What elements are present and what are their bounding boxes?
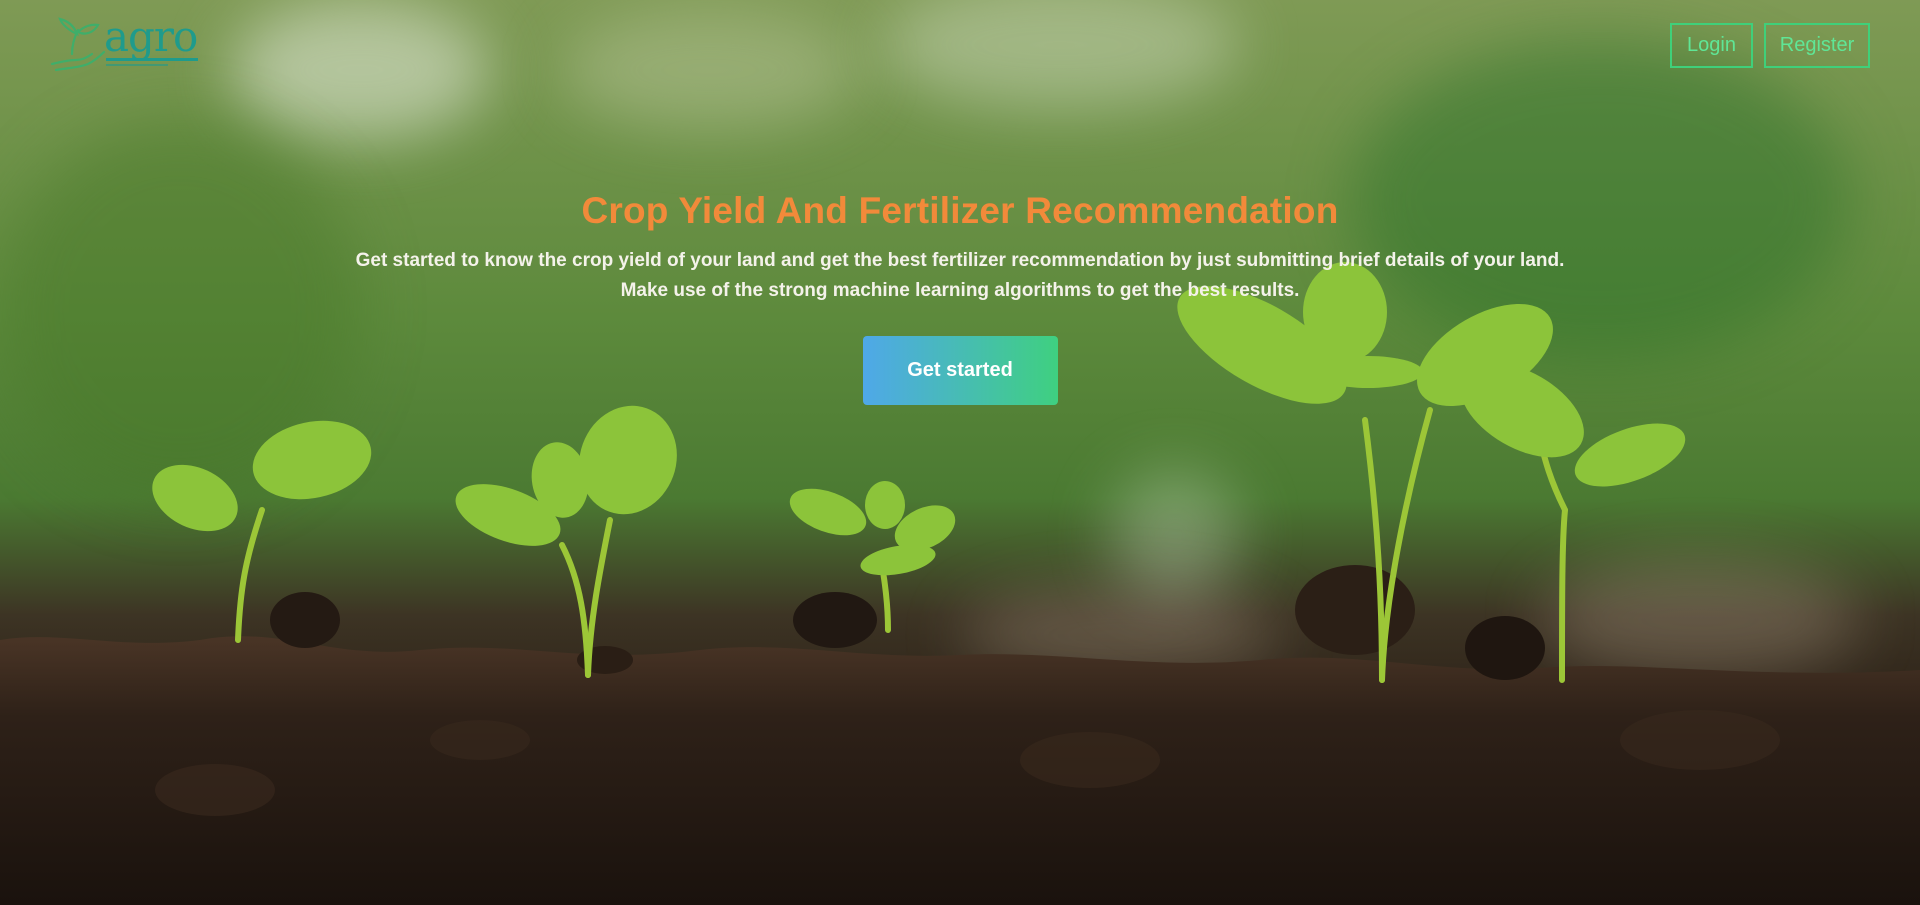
brand-logo[interactable]: agro <box>48 16 218 76</box>
register-button[interactable]: Register <box>1764 23 1870 68</box>
brand-name: agro <box>104 12 198 61</box>
top-nav: Login Register <box>1670 23 1870 68</box>
get-started-button[interactable]: Get started <box>862 336 1058 405</box>
page-title: Crop Yield And Fertilizer Recommendation <box>581 190 1339 231</box>
sprout-hand-icon <box>50 17 106 72</box>
hero-content: Crop Yield And Fertilizer Recommendation… <box>0 190 1920 405</box>
hero-subtitle-line-1: Get started to know the crop yield of yo… <box>355 250 1565 271</box>
login-button[interactable]: Login <box>1670 23 1753 68</box>
brand-tagline-line <box>106 64 168 66</box>
hero-subtitle-line-2: Make use of the strong machine learning … <box>620 280 1300 301</box>
hero-section: agro Login Register Crop Yield And Ferti… <box>0 0 1920 905</box>
brand-underline <box>106 58 198 61</box>
hero-subtitle: Get started to know the crop yield of yo… <box>0 246 1920 306</box>
soil-background <box>0 565 1920 905</box>
